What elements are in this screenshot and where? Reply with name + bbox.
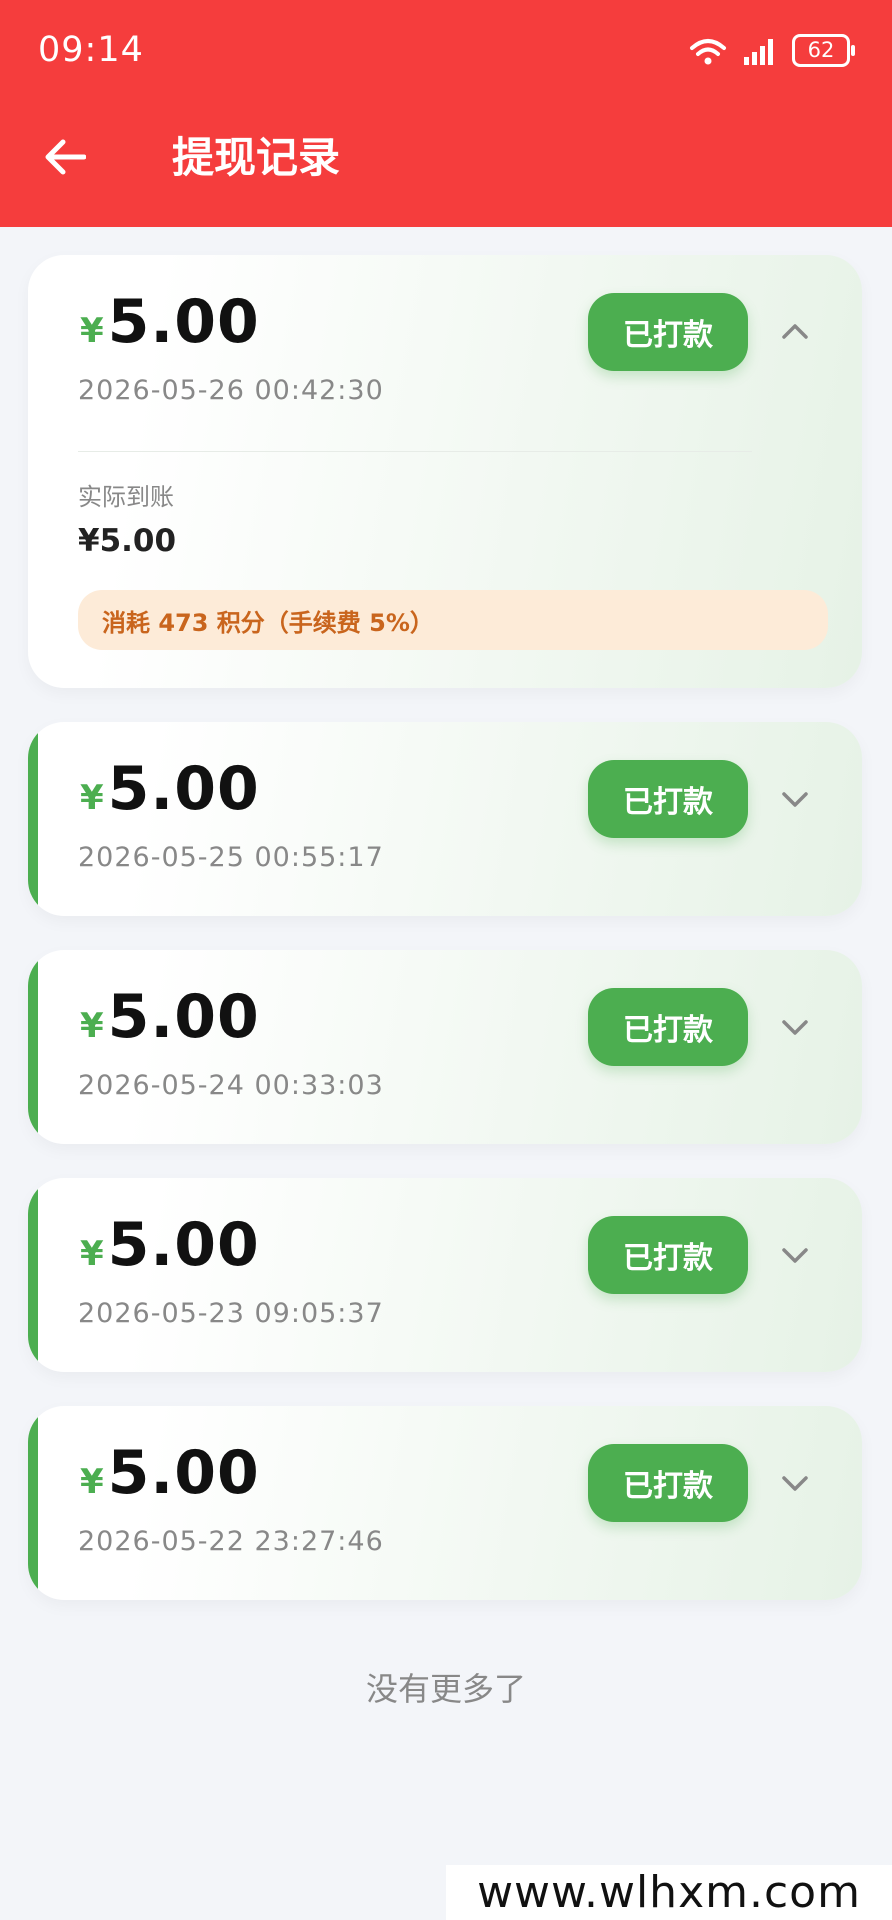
record-date: 2026-05-26 00:42:30	[78, 375, 384, 406]
amount: ¥ 5.00	[80, 982, 260, 1052]
withdraw-record-card[interactable]: ¥ 5.00 2026-05-23 09:05:37 已打款	[28, 1178, 862, 1372]
record-date: 2026-05-25 00:55:17	[78, 842, 384, 873]
status-badge: 已打款	[588, 988, 748, 1066]
chevron-down-icon[interactable]	[780, 1468, 810, 1498]
amount-value: 5.00	[107, 982, 260, 1052]
wifi-icon	[690, 38, 726, 64]
amount: ¥ 5.00	[80, 287, 260, 357]
amount-value: 5.00	[107, 287, 260, 357]
signal-icon	[744, 38, 773, 65]
currency-symbol: ¥	[80, 778, 104, 818]
no-more-text: 没有更多了	[365, 1670, 526, 1708]
record-date: 2026-05-22 23:27:46	[78, 1526, 384, 1557]
record-date: 2026-05-23 09:05:37	[78, 1298, 384, 1329]
actual-amount-label: 实际到账	[78, 483, 174, 511]
amount: ¥ 5.00	[80, 754, 260, 824]
chevron-down-icon[interactable]	[780, 1012, 810, 1042]
withdraw-record-card[interactable]: ¥ 5.00 2026-05-22 23:27:46 已打款	[28, 1406, 862, 1600]
withdraw-record-card[interactable]: ¥ 5.00 2026-05-26 00:42:30 已打款 实际到账 ¥5.0…	[28, 255, 862, 688]
withdraw-record-card[interactable]: ¥ 5.00 2026-05-24 00:33:03 已打款	[28, 950, 862, 1144]
amount: ¥ 5.00	[80, 1210, 260, 1280]
currency-symbol: ¥	[80, 1234, 104, 1274]
watermark: www.wlhxm.com	[446, 1865, 892, 1920]
chevron-up-icon[interactable]	[780, 317, 810, 347]
page-title: 提现记录	[172, 133, 341, 182]
battery-icon: 62	[792, 34, 855, 67]
chevron-down-icon[interactable]	[780, 784, 810, 814]
chevron-down-icon[interactable]	[780, 1240, 810, 1270]
status-badge: 已打款	[588, 760, 748, 838]
status-badge: 已打款	[588, 1216, 748, 1294]
amount-value: 5.00	[107, 754, 260, 824]
status-badge: 已打款	[588, 1444, 748, 1522]
status-bar-time: 09:14	[38, 30, 144, 70]
fee-note: 消耗 473 积分（手续费 5%）	[78, 590, 828, 650]
amount-value: 5.00	[107, 1210, 260, 1280]
withdraw-record-card[interactable]: ¥ 5.00 2026-05-25 00:55:17 已打款	[28, 722, 862, 916]
currency-symbol: ¥	[80, 311, 104, 351]
record-date: 2026-05-24 00:33:03	[78, 1070, 384, 1101]
arrow-left-icon	[45, 139, 86, 175]
actual-amount-value: ¥5.00	[78, 523, 177, 559]
divider	[78, 451, 752, 452]
status-bar-icons: 62	[688, 34, 855, 67]
amount-value: 5.00	[107, 1438, 260, 1508]
status-badge: 已打款	[588, 293, 748, 371]
amount: ¥ 5.00	[80, 1438, 260, 1508]
currency-symbol: ¥	[80, 1006, 104, 1046]
back-button[interactable]	[40, 132, 90, 182]
app-header: 09:14 62 提现记录	[0, 0, 892, 227]
currency-symbol: ¥	[80, 1462, 104, 1502]
